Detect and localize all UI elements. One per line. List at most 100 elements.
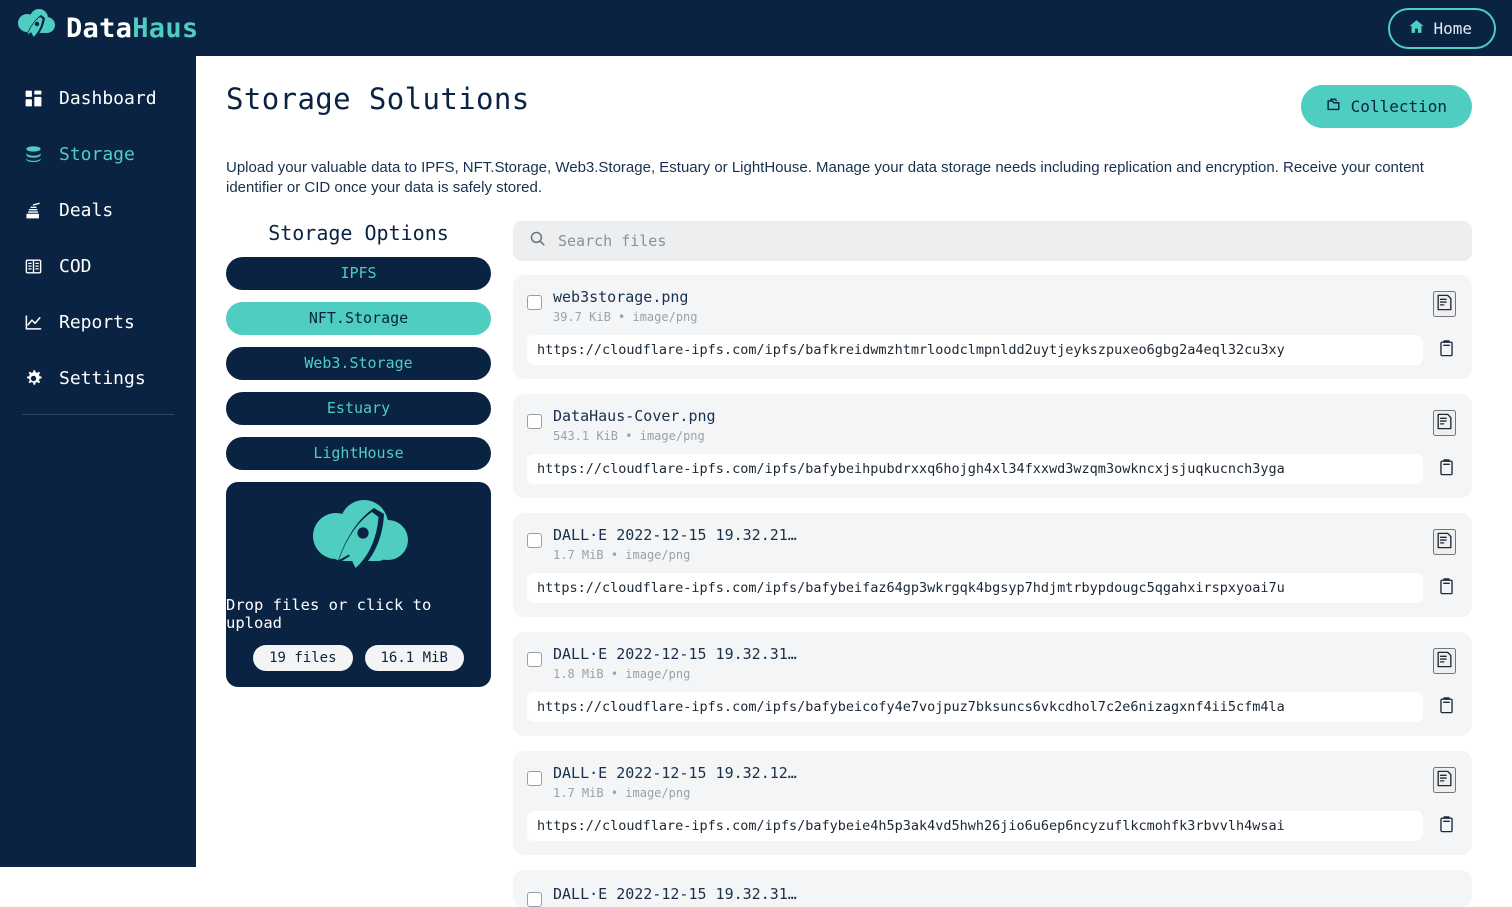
- storage-option-ipfs[interactable]: IPFS: [226, 257, 491, 290]
- collection-button-label: Collection: [1351, 97, 1447, 116]
- sidebar-item-label: COD: [59, 256, 92, 277]
- clipboard-copy-icon[interactable]: [1435, 458, 1458, 480]
- file-row: DataHaus-Cover.png 543.1 KiB • image/png: [513, 394, 1472, 498]
- search-bar[interactable]: [513, 221, 1472, 261]
- file-type: image/png: [640, 429, 705, 443]
- storage-option-estuary[interactable]: Estuary: [226, 392, 491, 425]
- brand-logo[interactable]: DataHaus: [14, 9, 198, 47]
- bullet-separator: •: [625, 429, 639, 443]
- page-header: Storage Solutions Collection: [226, 82, 1472, 128]
- file-type: image/png: [625, 548, 690, 562]
- storage-option-lighthouse[interactable]: LightHouse: [226, 437, 491, 470]
- file-name: DALL·E 2022-12-15 19.32.12…: [553, 764, 1422, 782]
- file-url-row: [527, 811, 1458, 841]
- sidebar-item-storage[interactable]: Storage: [0, 132, 196, 176]
- file-row: DALL·E 2022-12-15 19.32.12… 1.7 MiB • im…: [513, 751, 1472, 855]
- file-url-input[interactable]: [527, 573, 1423, 603]
- grid-dashboard-icon: [22, 87, 44, 109]
- file-select-checkbox[interactable]: [527, 652, 542, 667]
- file-url-input[interactable]: [527, 335, 1423, 365]
- bullet-separator: •: [611, 786, 625, 800]
- sidebar-item-label: Deals: [59, 200, 113, 221]
- home-button-label: Home: [1433, 19, 1472, 38]
- clipboard-copy-icon[interactable]: [1435, 696, 1458, 718]
- file-url-input[interactable]: [527, 454, 1423, 484]
- clipboard-copy-icon[interactable]: [1435, 815, 1458, 837]
- file-select-checkbox[interactable]: [527, 892, 542, 907]
- file-select-checkbox[interactable]: [527, 533, 542, 548]
- sidebar-item-label: Dashboard: [59, 88, 157, 109]
- file-url-input[interactable]: [527, 811, 1423, 841]
- file-type: image/png: [625, 667, 690, 681]
- file-url-input[interactable]: [527, 692, 1423, 722]
- sidebar-item-label: Reports: [59, 312, 135, 333]
- file-info: DataHaus-Cover.png 543.1 KiB • image/png: [553, 407, 1422, 443]
- file-subtitle: 1.8 MiB • image/png: [553, 667, 1422, 681]
- file-text-icon[interactable]: [1433, 648, 1456, 674]
- file-dropzone[interactable]: Drop files or click to upload 19 files 1…: [226, 482, 491, 687]
- file-text-icon[interactable]: [1433, 291, 1456, 317]
- file-row-header: DALL·E 2022-12-15 19.32.31… 1.8 MiB • im…: [527, 645, 1458, 681]
- file-size: 39.7 KiB: [553, 310, 611, 324]
- sidebar-item-label: Storage: [59, 144, 135, 165]
- storage-option-nft-storage[interactable]: NFT.Storage: [226, 302, 491, 335]
- page-description: Upload your valuable data to IPFS, NFT.S…: [226, 158, 1471, 199]
- gear-icon: [22, 367, 44, 389]
- storage-options-panel: Storage Options IPFS NFT.Storage Web3.St…: [226, 221, 491, 907]
- layers-deals-icon: [22, 199, 44, 221]
- file-url-row: [527, 335, 1458, 365]
- clipboard-copy-icon[interactable]: [1435, 577, 1458, 599]
- file-subtitle: 1.7 MiB • image/png: [553, 548, 1422, 562]
- storage-option-label: Estuary: [327, 399, 390, 417]
- bullet-separator: •: [618, 310, 632, 324]
- file-subtitle: 39.7 KiB • image/png: [553, 310, 1422, 324]
- file-select-checkbox[interactable]: [527, 771, 542, 786]
- file-row: DALL·E 2022-12-15 19.32.21… 1.7 MiB • im…: [513, 513, 1472, 617]
- clipboard-copy-icon[interactable]: [1435, 339, 1458, 361]
- file-type: image/png: [632, 310, 697, 324]
- main-content: Storage Solutions Collection Upload your…: [196, 56, 1512, 867]
- search-input[interactable]: [558, 232, 1456, 250]
- sidebar-item-cod[interactable]: COD: [0, 244, 196, 288]
- file-subtitle: 1.7 MiB • image/png: [553, 786, 1422, 800]
- collection-button[interactable]: Collection: [1301, 85, 1472, 128]
- file-size: 1.7 MiB: [553, 548, 604, 562]
- file-url-row: [527, 454, 1458, 484]
- sidebar-item-reports[interactable]: Reports: [0, 300, 196, 344]
- database-stack-icon: [22, 143, 44, 165]
- file-select-checkbox[interactable]: [527, 295, 542, 310]
- sidebar-item-settings[interactable]: Settings: [0, 356, 196, 400]
- storage-option-label: NFT.Storage: [309, 309, 408, 327]
- file-row: DALL·E 2022-12-15 19.32.31… 1.8 MiB • im…: [513, 632, 1472, 736]
- file-text-icon[interactable]: [1433, 767, 1456, 793]
- home-button[interactable]: Home: [1388, 8, 1496, 49]
- file-row-header: DALL·E 2022-12-15 19.32.31…: [527, 885, 1458, 907]
- file-size: 1.8 MiB: [553, 667, 604, 681]
- storage-option-label: IPFS: [340, 264, 376, 282]
- file-row: web3storage.png 39.7 KiB • image/png: [513, 275, 1472, 379]
- brand-word-1: Data: [66, 13, 132, 44]
- file-text-icon[interactable]: [1433, 529, 1456, 555]
- file-name: DALL·E 2022-12-15 19.32.21…: [553, 526, 1422, 544]
- search-icon: [529, 230, 546, 251]
- sidebar-item-dashboard[interactable]: Dashboard: [0, 76, 196, 120]
- folder-icon: [1326, 96, 1343, 117]
- storage-option-web3-storage[interactable]: Web3.Storage: [226, 347, 491, 380]
- file-info: DALL·E 2022-12-15 19.32.12… 1.7 MiB • im…: [553, 764, 1422, 800]
- file-text-icon[interactable]: [1433, 410, 1456, 436]
- sidebar-divider: [22, 414, 174, 415]
- sidebar: Dashboard Storage Deals: [0, 56, 196, 867]
- page-title: Storage Solutions: [226, 82, 530, 116]
- building-icon: [22, 255, 44, 277]
- file-row-header: DALL·E 2022-12-15 19.32.12… 1.7 MiB • im…: [527, 764, 1458, 800]
- bullet-separator: •: [611, 548, 625, 562]
- file-select-checkbox[interactable]: [527, 414, 542, 429]
- home-icon: [1408, 18, 1425, 39]
- line-chart-icon: [22, 311, 44, 333]
- file-row-header: DataHaus-Cover.png 543.1 KiB • image/png: [527, 407, 1458, 443]
- dropzone-label: Drop files or click to upload: [226, 596, 491, 632]
- file-info: DALL·E 2022-12-15 19.32.31… 1.8 MiB • im…: [553, 645, 1422, 681]
- file-subtitle: 543.1 KiB • image/png: [553, 429, 1422, 443]
- sidebar-item-deals[interactable]: Deals: [0, 188, 196, 232]
- brand-word-2: Haus: [132, 13, 198, 44]
